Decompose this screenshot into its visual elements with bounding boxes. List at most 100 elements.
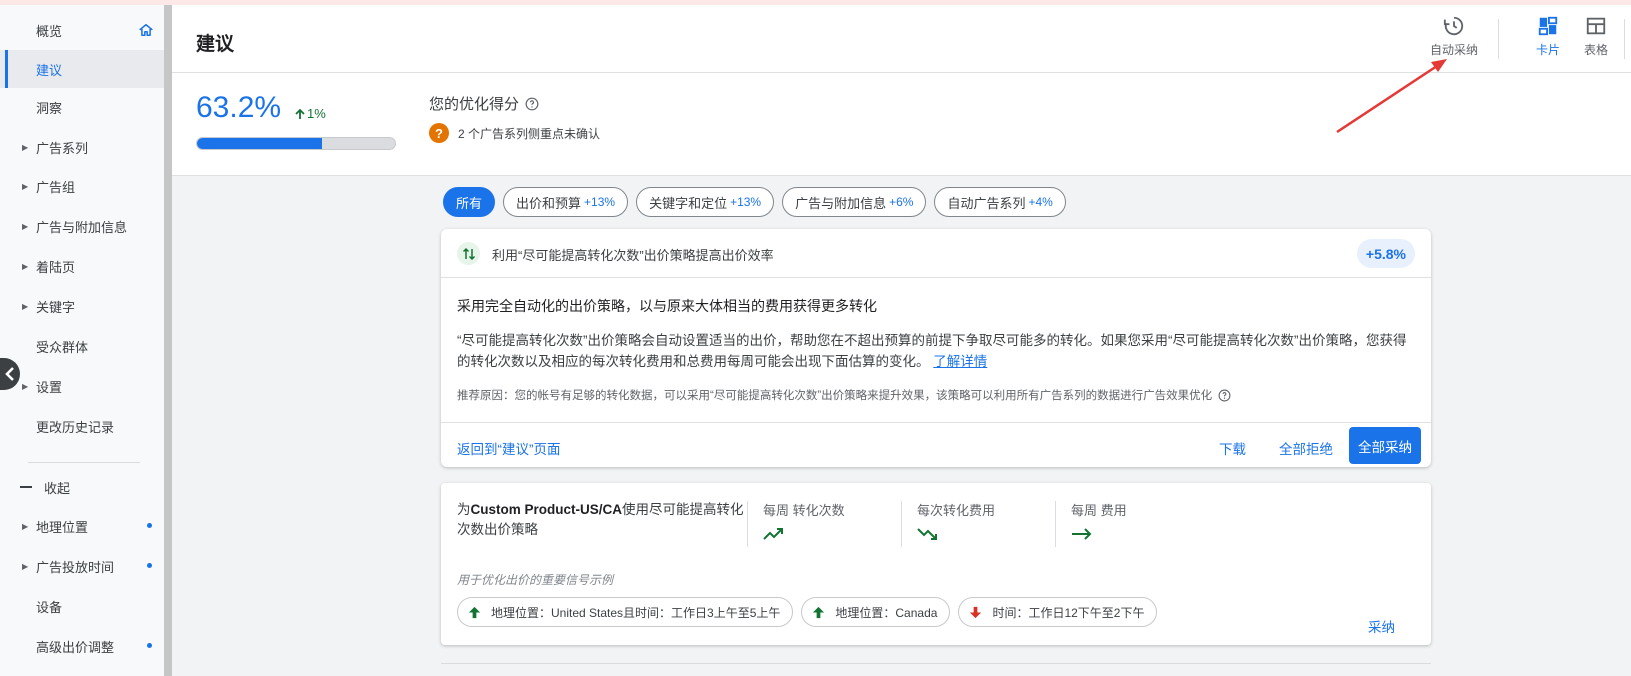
trend-down-icon	[917, 527, 995, 544]
reason-text: 推荐原因：您的帐号有足够的转化数据，可以采用“尽可能提高转化次数”出价策略来提升…	[457, 390, 1213, 402]
arrow-up-icon	[295, 108, 305, 119]
sidebar-item-ad-schedule[interactable]: ▶ 广告投放时间	[0, 547, 164, 585]
signal-chips: 地理位置：United States且时间：工作日3上午至5上午 地理位置：Ca…	[457, 597, 1158, 627]
table-view-label: 表格	[1584, 43, 1609, 57]
score-progress-fill	[197, 138, 323, 149]
signals-heading: 用于优化出价的重要信号示例	[457, 573, 614, 587]
sidebar-item-insights[interactable]: 洞察	[0, 88, 164, 126]
signal-chip[interactable]: 地理位置：Canada	[801, 597, 951, 627]
sidebar-item-label: 地理位置	[36, 519, 89, 535]
sidebar-item-label: 广告组	[36, 179, 76, 195]
campaign-focus-note[interactable]: ? 2 个广告系列侧重点未确认	[429, 123, 600, 143]
download-button[interactable]: 下载	[1219, 438, 1246, 458]
dismiss-all-button[interactable]: 全部拒绝	[1279, 438, 1333, 458]
sidebar-item-ads-extensions[interactable]: ▶ 广告与附加信息	[0, 207, 164, 245]
signal-chip[interactable]: 时间：工作日12下午至2下午	[958, 597, 1158, 627]
caret-right-icon: ▶	[22, 181, 29, 191]
filter-chip-all[interactable]: 所有	[443, 187, 496, 217]
campaign-name: Custom Product-US/CA	[470, 502, 623, 517]
sidebar-item-settings[interactable]: ▶ 设置	[0, 367, 164, 405]
metric-label: 每周 费用	[1071, 503, 1127, 518]
signal-chip[interactable]: 地理位置：United States且时间：工作日3上午至5上午	[457, 597, 794, 627]
sidebar-item-ad-groups[interactable]: ▶ 广告组	[0, 167, 164, 205]
dashboard-icon	[1538, 16, 1558, 36]
sidebar-item-change-history[interactable]: 更改历史记录	[0, 407, 164, 445]
metric-divider	[1055, 501, 1056, 547]
filter-chip-ads-extensions[interactable]: 广告与附加信息 +6%	[782, 187, 927, 217]
recommendation-card-footer: 返回到“建议”页面 下载 全部拒绝 全部采纳	[441, 422, 1431, 467]
sidebar-item-label: 广告投放时间	[36, 559, 115, 575]
metric-label: 每次转化费用	[917, 503, 996, 518]
chip-uplift: +6%	[889, 195, 914, 209]
apply-button[interactable]: 采纳	[1368, 616, 1395, 636]
campaign-focus-text: 2 个广告系列侧重点未确认	[458, 126, 601, 141]
recommendation-description: “尽可能提高转化次数”出价策略会自动设置适当的出价，帮助您在不超出预算的前提下争…	[457, 330, 1417, 372]
sidebar-item-label: 更改历史记录	[36, 419, 115, 435]
uplift-badge: +5.8%	[1356, 239, 1415, 268]
optimization-score-title: 您的优化得分	[429, 93, 539, 114]
home-icon[interactable]	[139, 23, 153, 40]
chip-label: 广告与附加信息	[795, 195, 887, 211]
filter-chip-automated-campaigns[interactable]: 自动广告系列 +4%	[934, 187, 1066, 217]
page-header: 建议 自动采纳 卡片 表格	[172, 5, 1631, 73]
help-icon[interactable]	[525, 97, 539, 111]
filter-chip-keywords-targeting[interactable]: 关键字和定位 +13%	[636, 187, 775, 217]
cards-view-button[interactable]: 卡片	[1536, 15, 1560, 58]
sidebar-scrollbar[interactable]	[164, 5, 172, 676]
sidebar-item-label: 设置	[36, 379, 63, 395]
arrow-up-icon	[468, 606, 481, 618]
chip-label: 关键字和定位	[649, 195, 728, 211]
sidebar-item-locations[interactable]: ▶ 地理位置	[0, 507, 164, 545]
campaign-recommendation-title: 为Custom Product-US/CA使用尽可能提高转化次数出价策略	[457, 500, 747, 540]
metric-label: 每周 转化次数	[763, 503, 845, 518]
campaign-recommendation-card: 为Custom Product-US/CA使用尽可能提高转化次数出价策略 每周 …	[441, 483, 1431, 645]
sidebar-item-keywords[interactable]: ▶ 关键字	[0, 287, 164, 325]
table-view-button[interactable]: 表格	[1584, 15, 1608, 58]
filter-chips: 所有 出价和预算 +13% 关键字和定位 +13% 广告与附加信息 +6% 自动广告系…	[443, 187, 1066, 217]
help-icon[interactable]	[1218, 389, 1231, 402]
sidebar-item-devices[interactable]: 设备	[0, 587, 164, 625]
chip-label: 所有	[456, 195, 483, 211]
sidebar-item-audiences[interactable]: 受众群体	[0, 327, 164, 365]
sidebar-item-recommendations[interactable]: 建议	[0, 50, 164, 88]
sidebar-item-label: 建议	[36, 62, 63, 78]
recommendation-card: 利用“尽可能提高转化次数”出价策略提高出价效率 +5.8% 采用完全自动化的出价…	[441, 229, 1431, 467]
score-progress-bar	[196, 137, 396, 150]
sidebar-collapse[interactable]: 收起	[0, 473, 164, 501]
new-dot-icon	[147, 523, 152, 528]
sidebar: 概览 建议 洞察 ▶ 广告系列 ▶ 广告组 ▶ 广告与附加信息 ▶ 着陆页 ▶ …	[0, 5, 164, 676]
toolbar-divider	[1498, 19, 1499, 59]
recommendation-card-header: 利用“尽可能提高转化次数”出价策略提高出价效率 +5.8%	[441, 229, 1431, 278]
caret-right-icon: ▶	[22, 221, 29, 231]
sidebar-item-campaigns[interactable]: ▶ 广告系列	[0, 128, 164, 166]
caret-right-icon: ▶	[22, 142, 29, 152]
sidebar-item-landing-pages[interactable]: ▶ 着陆页	[0, 247, 164, 285]
chevron-left-icon	[5, 367, 14, 381]
sidebar-item-label: 广告与附加信息	[36, 219, 128, 235]
filter-chip-bids-budgets[interactable]: 出价和预算 +13%	[503, 187, 629, 217]
signal-label: 时间：工作日12下午至2下午	[992, 605, 1145, 620]
apply-all-button[interactable]: 全部采纳	[1349, 427, 1421, 464]
learn-more-link[interactable]: 了解详情	[933, 354, 987, 369]
description-text: “尽可能提高转化次数”出价策略会自动设置适当的出价，帮助您在不超出预算的前提下争…	[457, 333, 1407, 369]
metric-divider	[901, 501, 902, 547]
question-icon: ?	[429, 123, 449, 143]
chip-uplift: +13%	[730, 195, 762, 209]
history-icon	[1443, 16, 1464, 36]
chip-label: 出价和预算	[516, 195, 582, 211]
caret-right-icon: ▶	[22, 261, 29, 271]
page-title: 建议	[196, 34, 235, 55]
metric-weekly-conversions: 每周 转化次数	[763, 500, 845, 550]
sidebar-item-label: 洞察	[36, 100, 63, 116]
cards-view-label: 卡片	[1536, 43, 1561, 57]
collapse-icon	[20, 486, 32, 488]
trend-flat-icon	[1071, 527, 1127, 544]
signal-label: 地理位置：Canada	[835, 605, 938, 620]
sidebar-item-overview[interactable]: 概览	[0, 11, 164, 49]
back-to-recommendations-link[interactable]: 返回到“建议”页面	[457, 438, 561, 458]
title-prefix: 为	[457, 502, 471, 517]
arrow-up-icon	[813, 606, 825, 618]
auto-apply-button[interactable]: 自动采纳	[1430, 15, 1478, 58]
sidebar-item-advanced-bid-adjustments[interactable]: 高级出价调整	[0, 627, 164, 665]
optimization-score-panel: 63.2% 1% 您的优化得分 ? 2 个广告系列侧重点未确认	[172, 73, 1631, 176]
